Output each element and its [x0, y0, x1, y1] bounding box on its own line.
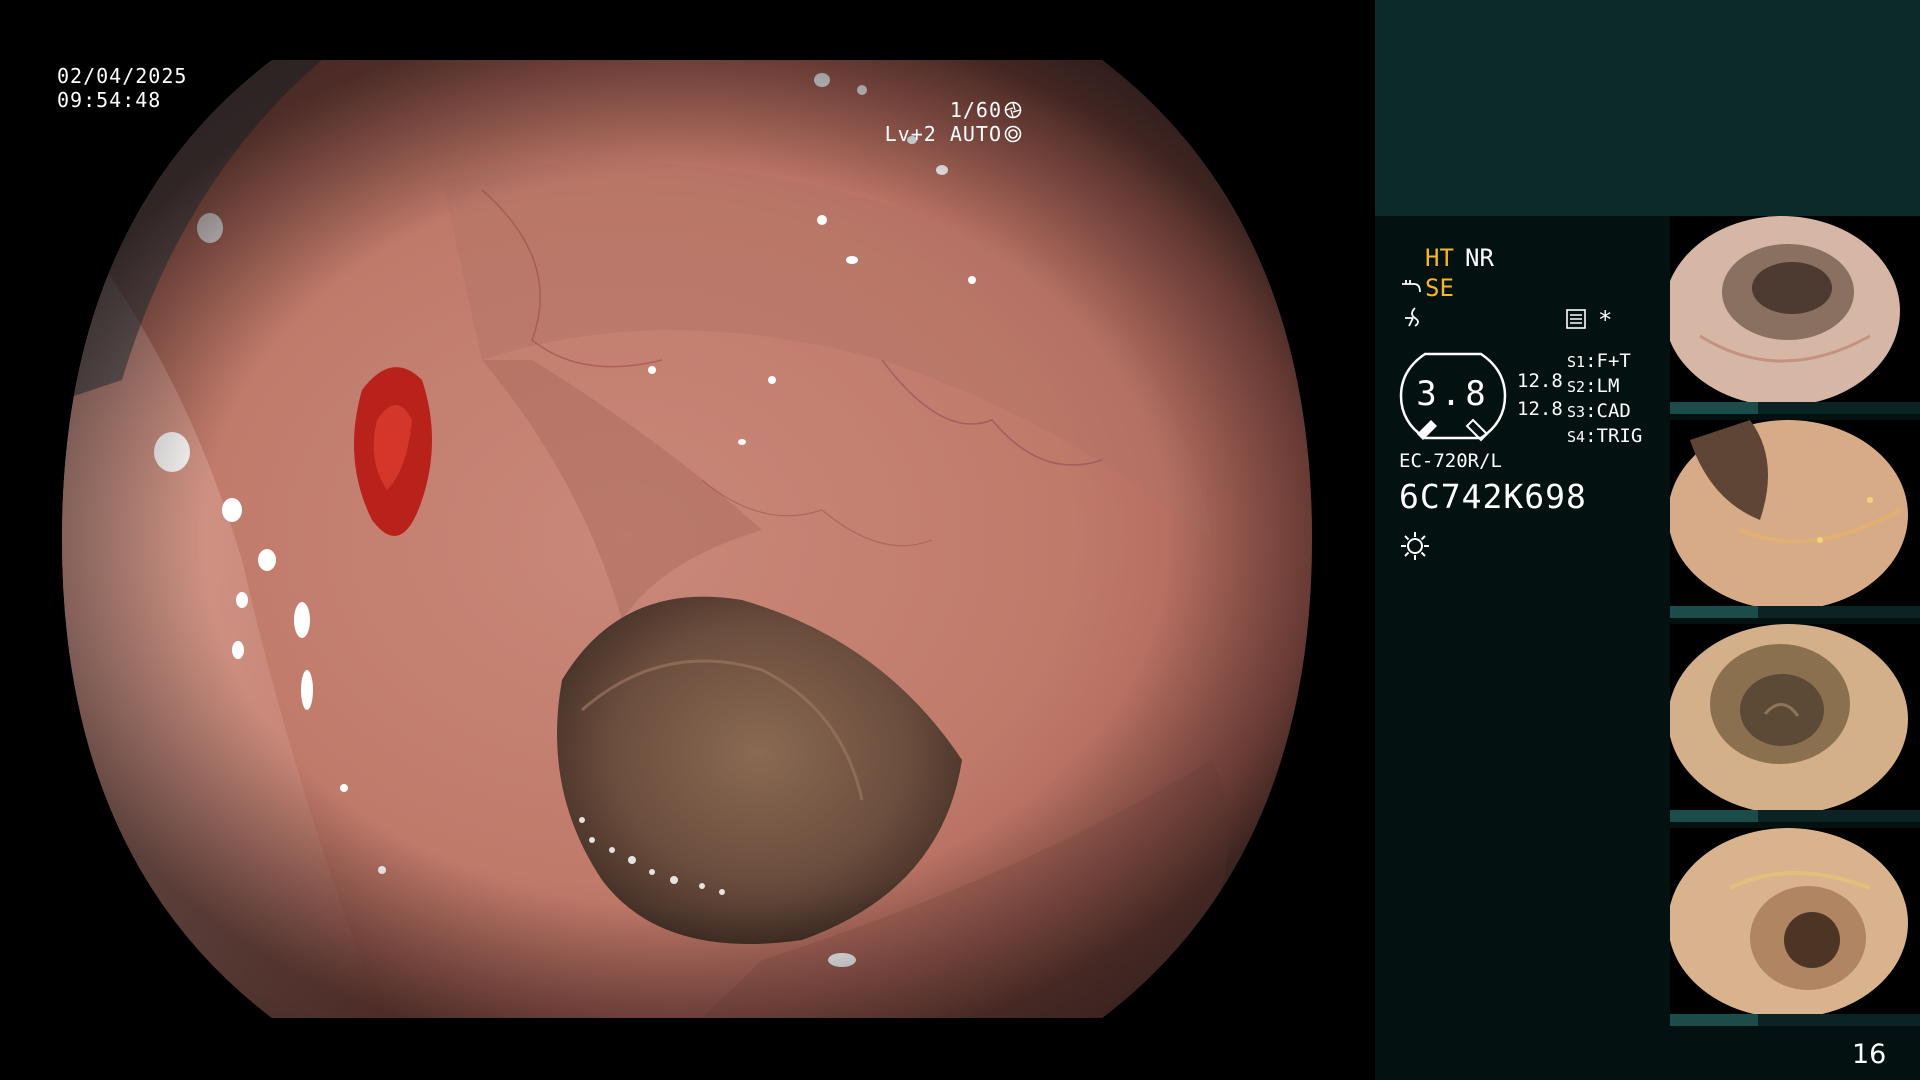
switch-4: S4:TRIG [1567, 425, 1643, 447]
thumbnail-3-progress [1670, 810, 1758, 822]
thumbnail-1-bar [1670, 402, 1920, 414]
thumbnail-2[interactable] [1670, 420, 1920, 618]
thumbnail-3[interactable] [1670, 624, 1920, 822]
scope-model: EC-720R/L [1399, 450, 1502, 472]
iris-mode-label: Lv+2 AUTO [884, 122, 1002, 146]
thumbnail-2-bar [1670, 606, 1920, 618]
page-number: 16 [1852, 1039, 1887, 1070]
switch-2-value: LM [1596, 375, 1620, 397]
scope-serial: 6C742K698 [1399, 477, 1587, 516]
switch-2-key: S2 [1567, 378, 1586, 396]
mode-se-label: SE [1425, 274, 1454, 302]
thumbnail-1[interactable] [1670, 216, 1920, 414]
endoscope-view: 02/04/2025 09:54:48 1/60 Lv+2 AUTO [0, 0, 1375, 1080]
date-label: 02/04/2025 [57, 64, 188, 88]
switch-3-value: CAD [1596, 400, 1631, 422]
mode-nr-label: NR [1465, 244, 1494, 272]
switch-1: S1:F+T [1567, 350, 1631, 372]
range-value-1: 12.8 [1517, 370, 1563, 392]
thumbnail-strip [1670, 216, 1920, 1026]
endoscope-image-frame [62, 60, 1312, 1018]
thumbnail-4-progress [1670, 1014, 1758, 1026]
document-icon [1565, 308, 1587, 330]
light-source-icon [1399, 530, 1431, 562]
switch-4-key: S4 [1567, 428, 1586, 446]
time-label: 09:54:48 [57, 88, 162, 112]
zoom-value: 3.8 [1416, 374, 1490, 414]
switch-1-value: F+T [1596, 350, 1631, 372]
thumbnail-1-progress [1670, 402, 1758, 414]
switch-3-key: S3 [1567, 403, 1586, 421]
switch-3: S3:CAD [1567, 400, 1631, 422]
thumbnail-2-progress [1670, 606, 1758, 618]
switch-4-value: TRIG [1596, 425, 1643, 447]
shutter-speed-label: 1/60 [949, 98, 1002, 122]
scope-angle-icon [1400, 276, 1424, 296]
thumbnail-4[interactable] [1670, 828, 1920, 1026]
switch-1-key: S1 [1567, 353, 1586, 371]
panel-header-area [1375, 0, 1920, 216]
date-time-display: 02/04/2025 09:54:48 [57, 64, 187, 112]
asterisk-indicator: * [1598, 306, 1613, 334]
colon-lumen-image [62, 60, 1312, 1018]
switch-2: S2:LM [1567, 375, 1620, 397]
thumbnail-3-bar [1670, 810, 1920, 822]
shutter-icon [1004, 100, 1022, 119]
iris-icon [1004, 124, 1022, 143]
range-value-2: 12.8 [1517, 398, 1563, 420]
exposure-settings: 1/60 Lv+2 AUTO [885, 98, 1022, 146]
thumbnail-4-bar [1670, 1014, 1920, 1026]
mode-ht-label: HT [1425, 244, 1454, 272]
wave-icon [1403, 306, 1423, 328]
